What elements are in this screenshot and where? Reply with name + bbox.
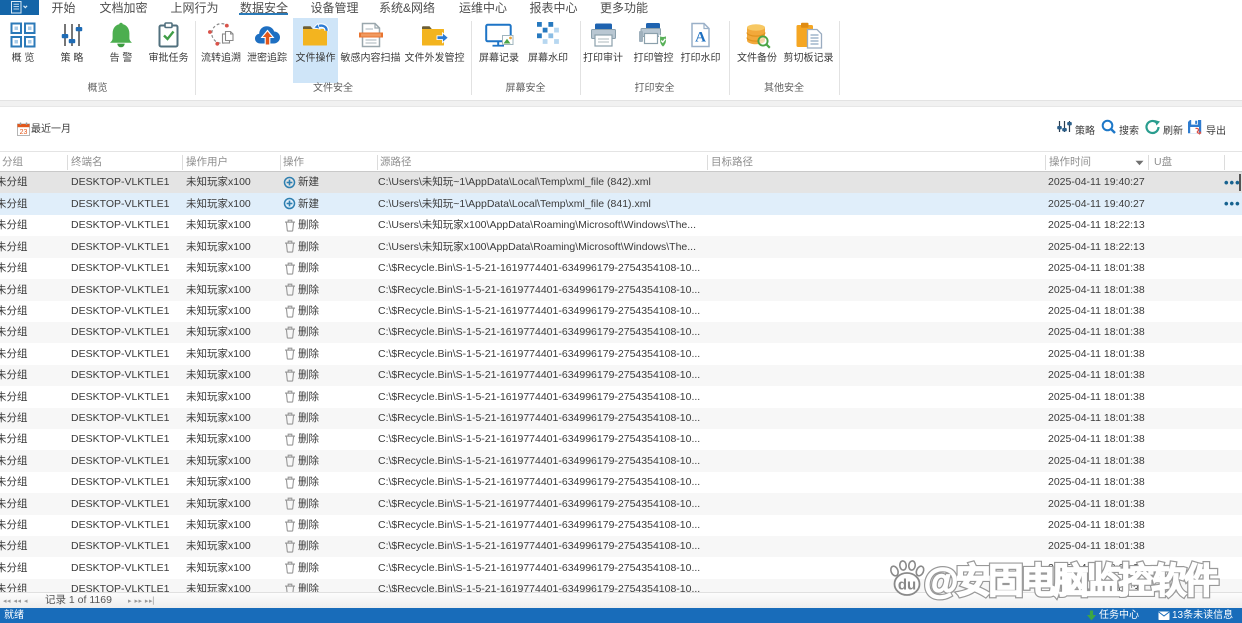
svg-text:A: A (695, 30, 706, 46)
svg-text:du: du (898, 577, 916, 594)
svg-text:23: 23 (20, 129, 28, 136)
svg-text:@安固电脑监控软件: @安固电脑监控软件 (924, 562, 1218, 601)
